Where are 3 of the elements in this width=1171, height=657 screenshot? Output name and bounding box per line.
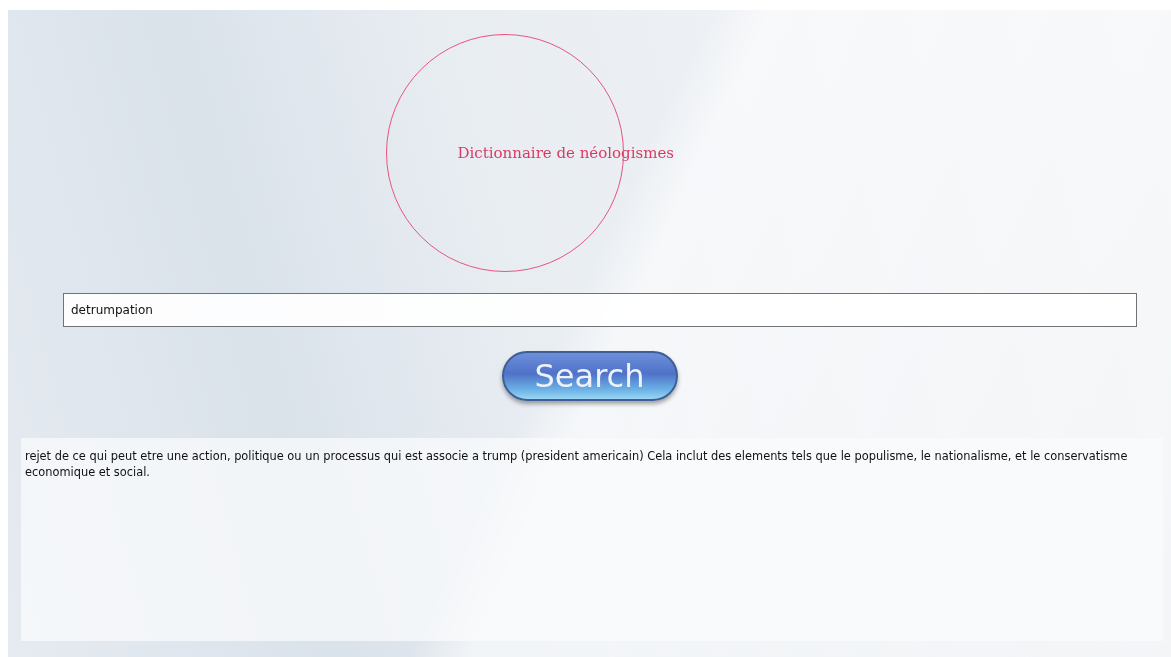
result-text: rejet de ce qui peut etre une action, politique ou un processus qui est associe a trump (president americain) Cela inclut des elements tels que le populisme, le nationalisme, et le conservatisme economique et social. xyxy=(21,438,1163,641)
search-button[interactable]: Search xyxy=(501,351,678,401)
search-field[interactable]: detrumpation xyxy=(63,293,1137,327)
